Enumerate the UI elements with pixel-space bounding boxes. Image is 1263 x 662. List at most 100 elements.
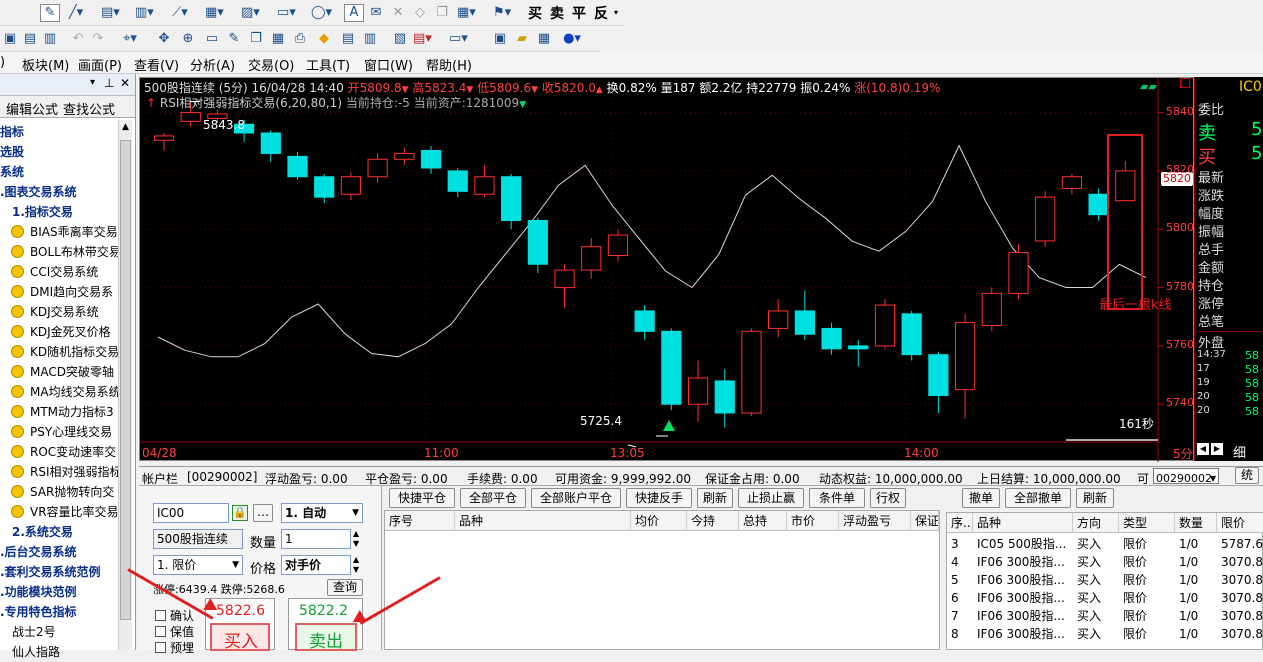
menu-analysis[interactable]: 分析(A) bbox=[190, 55, 235, 74]
detail-tab[interactable]: 细 bbox=[1233, 442, 1246, 461]
open-close-mode-select[interactable]: 1. 自动 ▼ bbox=[281, 503, 363, 523]
price-input[interactable]: 对手价 bbox=[281, 555, 351, 575]
column-header[interactable]: 市价 bbox=[787, 511, 839, 531]
confirm-checkbox-box[interactable] bbox=[155, 610, 166, 621]
select-tool-icon[interactable]: ⌖▾ bbox=[120, 30, 140, 48]
toolbar-button[interactable]: 快捷反手 bbox=[626, 488, 692, 508]
tick-nav-right-icon[interactable]: ▶ bbox=[1211, 443, 1223, 455]
zoom-icon[interactable]: ⊕ bbox=[178, 30, 198, 48]
list-icon[interactable]: ▤▾ bbox=[412, 30, 432, 48]
hedge-checkbox-box[interactable] bbox=[155, 626, 166, 637]
lock-icon[interactable]: 🔒 bbox=[232, 505, 248, 521]
tree-item[interactable]: KDJ金死叉价格 bbox=[0, 322, 118, 342]
order-cell[interactable]: IF06 300股指... bbox=[977, 625, 1065, 643]
palette-icon[interactable]: ▦▾ bbox=[456, 4, 476, 22]
column-header[interactable]: 序... bbox=[947, 513, 973, 533]
trade-shortcut-buy[interactable]: 买 bbox=[528, 3, 542, 23]
trade-shortcut-close[interactable]: 平 bbox=[572, 3, 586, 23]
eraser-icon[interactable]: ◇ bbox=[410, 4, 430, 22]
order-cell[interactable]: 买入 bbox=[1077, 607, 1101, 625]
column-header[interactable]: 品种 bbox=[973, 513, 1073, 533]
order-cell[interactable]: 1/0 bbox=[1179, 625, 1198, 643]
tree-item[interactable]: MTM动力指标3 bbox=[0, 402, 118, 422]
tree-item[interactable]: BOLL布林带交易 bbox=[0, 242, 118, 262]
panel-icon[interactable]: ▭ bbox=[202, 30, 222, 48]
toolbar-overflow-icon[interactable]: ▾ bbox=[614, 8, 618, 17]
order-cell[interactable]: 买入 bbox=[1077, 589, 1101, 607]
warning-icon[interactable]: ◆ bbox=[314, 30, 334, 48]
tree-item[interactable]: MA均线交易系统 bbox=[0, 382, 118, 402]
tick-nav-left-icon[interactable]: ◀ bbox=[1197, 443, 1209, 455]
order-cell[interactable]: 4 bbox=[951, 553, 959, 571]
order-cell[interactable]: 买入 bbox=[1077, 553, 1101, 571]
menu-truncated[interactable]: ) bbox=[0, 55, 5, 70]
tree-item[interactable]: MACD突破零轴 bbox=[0, 362, 118, 382]
order-cell[interactable]: 6 bbox=[951, 589, 959, 607]
toolbar-button[interactable]: 止损止赢 bbox=[738, 488, 804, 508]
menu-view-screen[interactable]: 画面(P) bbox=[78, 55, 122, 74]
order-cell[interactable]: 3070.8 bbox=[1221, 553, 1263, 571]
order-cell[interactable]: 5787.6 bbox=[1221, 535, 1263, 553]
column-header[interactable]: 总持 bbox=[739, 511, 787, 531]
order-cell[interactable]: 限价 bbox=[1123, 571, 1147, 589]
trade-shortcut-reverse[interactable]: 反 bbox=[594, 3, 608, 23]
close-panel-icon[interactable]: ✕ bbox=[120, 76, 130, 90]
tree-item[interactable]: VR容量比率交易 bbox=[0, 502, 118, 522]
toolbar-button[interactable]: 全部账户平仓 bbox=[531, 488, 621, 508]
sell-button[interactable]: 卖出 bbox=[295, 623, 357, 652]
order-cell[interactable]: 7 bbox=[951, 607, 959, 625]
save-icon[interactable]: ▥ bbox=[40, 30, 60, 48]
order-cell[interactable]: IF06 300股指... bbox=[977, 607, 1065, 625]
menu-window[interactable]: 窗口(W) bbox=[364, 55, 413, 74]
pin-icon[interactable]: ▾ bbox=[90, 77, 95, 88]
order-cell[interactable]: 限价 bbox=[1123, 625, 1147, 643]
order-cell[interactable]: IF06 300股指... bbox=[977, 589, 1065, 607]
order-cell[interactable]: 限价 bbox=[1123, 553, 1147, 571]
tab-edit-formula[interactable]: 编辑公式 bbox=[6, 99, 58, 118]
column-header[interactable]: 序号 bbox=[385, 511, 455, 531]
preset-checkbox-box[interactable] bbox=[155, 642, 166, 653]
tree-item[interactable]: 仙人指路 bbox=[0, 642, 118, 662]
order-cell[interactable]: 5 bbox=[951, 571, 959, 589]
column-header[interactable]: 品种 bbox=[455, 511, 631, 531]
order-cell[interactable]: IF06 300股指... bbox=[977, 571, 1065, 589]
screen-icon[interactable]: ▣ bbox=[490, 30, 510, 48]
layout-icon[interactable]: ▤ bbox=[20, 30, 40, 48]
help-icon[interactable]: ●▾ bbox=[562, 30, 582, 48]
menu-help[interactable]: 帮助(H) bbox=[426, 55, 472, 74]
tree-item[interactable]: PSY心理线交易 bbox=[0, 422, 118, 442]
chart-icon[interactable]: ▥ bbox=[360, 30, 380, 48]
candlestick-chart[interactable]: 500股指连续 (5分) 16/04/28 14:40 开5809.8▼ 高58… bbox=[139, 77, 1194, 462]
tree-item[interactable]: .后台交易系统 bbox=[0, 542, 118, 562]
order-cell[interactable]: IC05 500股指... bbox=[977, 535, 1066, 553]
close-tool-icon[interactable]: ✕ bbox=[388, 4, 408, 22]
column-header[interactable]: 保证 bbox=[911, 511, 939, 531]
order-cell[interactable]: 1/0 bbox=[1179, 607, 1198, 625]
scroll-up-icon[interactable]: ▲ bbox=[122, 122, 129, 132]
stats-button[interactable]: 统 bbox=[1235, 467, 1259, 484]
column-header[interactable]: 均价 bbox=[631, 511, 687, 531]
tree-item[interactable]: .图表交易系统 bbox=[0, 182, 118, 202]
buy-button[interactable]: 买入 bbox=[210, 623, 270, 652]
sell-panel[interactable]: 5822.2 卖出 bbox=[288, 598, 363, 652]
preset-checkbox[interactable]: 预埋 bbox=[155, 639, 194, 656]
tab-find-formula[interactable]: 查找公式 bbox=[63, 99, 115, 118]
order-cell[interactable]: 3070.8 bbox=[1221, 607, 1263, 625]
tree-item[interactable]: DMI趋向交易系 bbox=[0, 282, 118, 302]
fib-tool-icon[interactable]: ▦▾ bbox=[204, 4, 224, 22]
scroll-thumb[interactable] bbox=[120, 140, 131, 620]
hedge-checkbox[interactable]: 保值 bbox=[155, 623, 194, 640]
order-cell[interactable]: 3070.8 bbox=[1221, 625, 1263, 643]
order-cell[interactable]: 买入 bbox=[1077, 571, 1101, 589]
pattern-tool-icon[interactable]: ▨▾ bbox=[240, 4, 260, 22]
column-header[interactable]: 数量 bbox=[1175, 513, 1217, 533]
account-select[interactable]: 00290002 ▼ bbox=[1153, 468, 1219, 485]
order-cell[interactable]: 限价 bbox=[1123, 535, 1147, 553]
menu-view[interactable]: 查看(V) bbox=[134, 55, 179, 74]
column-header[interactable]: 限价 bbox=[1217, 513, 1263, 533]
tools-icon[interactable]: ▦ bbox=[534, 30, 554, 48]
tree-item[interactable]: KD随机指标交易 bbox=[0, 342, 118, 362]
tree-item[interactable]: ROC变动速率交 bbox=[0, 442, 118, 462]
window-group-icon[interactable]: ❐ bbox=[246, 30, 266, 48]
toolbar-button[interactable]: 刷新 bbox=[1076, 488, 1114, 508]
